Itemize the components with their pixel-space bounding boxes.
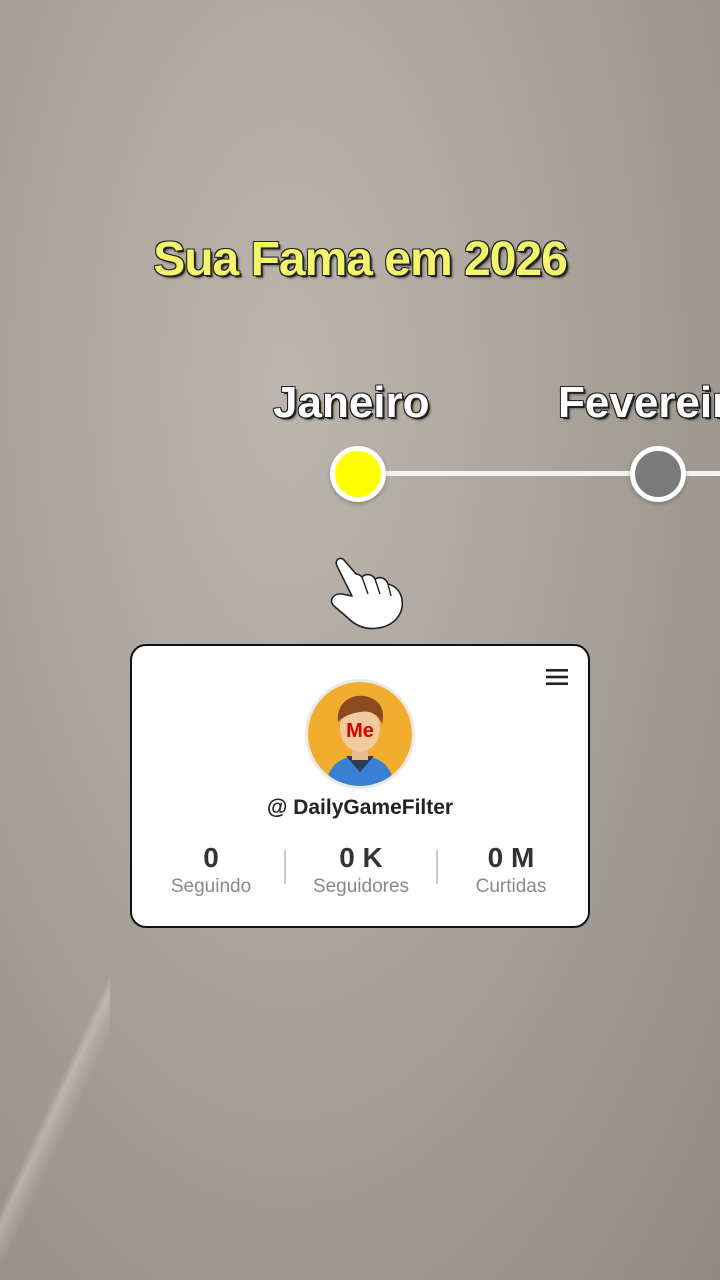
avatar-label: Me bbox=[346, 720, 374, 742]
page-title: Sua Fama em 2026 bbox=[153, 233, 568, 286]
profile-card: Me @ DailyGameFilter 0 Seguindo 0 K Segu… bbox=[130, 644, 590, 928]
stat-followers-value: 0 K bbox=[339, 842, 383, 873]
timeline-node-february[interactable] bbox=[630, 446, 686, 502]
stat-followers-label: Seguidores bbox=[312, 876, 410, 897]
stat-likes-label: Curtidas bbox=[475, 876, 547, 897]
pointing-hand-icon bbox=[330, 557, 403, 630]
month-label-january[interactable]: Janeiro bbox=[273, 378, 430, 428]
stat-following-label: Seguindo bbox=[170, 876, 252, 897]
stat-likes[interactable]: 0 M Curtidas bbox=[436, 842, 586, 898]
stat-following[interactable]: 0 Seguindo bbox=[136, 842, 286, 898]
stat-followers[interactable]: 0 K Seguidores bbox=[286, 842, 436, 898]
stat-likes-value: 0 M bbox=[487, 842, 535, 873]
timeline-node-january[interactable] bbox=[330, 446, 386, 502]
stat-following-value: 0 bbox=[203, 842, 219, 873]
hamburger-menu-icon[interactable] bbox=[546, 668, 568, 686]
username-handle[interactable]: @ DailyGameFilter bbox=[132, 796, 588, 820]
avatar[interactable]: Me bbox=[308, 682, 412, 786]
month-label-february[interactable]: Fevereiro bbox=[558, 378, 720, 428]
wall-edge-light bbox=[0, 960, 110, 1280]
